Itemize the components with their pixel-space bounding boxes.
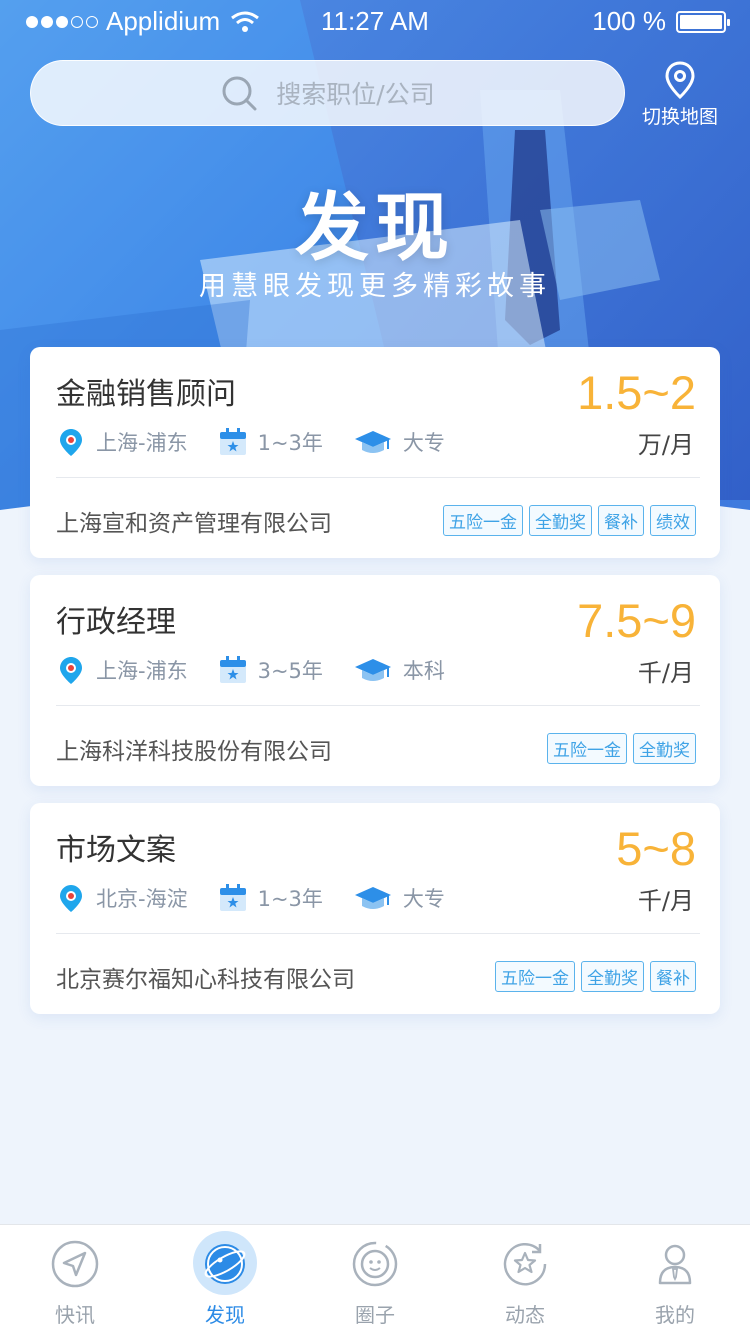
job-location: 上海-浦东	[56, 427, 188, 457]
calendar-icon	[219, 656, 246, 683]
experience-text: 1~3年	[257, 431, 323, 455]
benefit-tag: 餐补	[598, 505, 644, 536]
search-input[interactable]: 搜索职位/公司	[30, 60, 625, 126]
job-education: 本科	[353, 655, 445, 685]
tab-kuaixun[interactable]: 快讯	[0, 1225, 150, 1334]
job-location: 上海-浦东	[56, 655, 188, 685]
benefit-tag: 全勤奖	[633, 733, 696, 764]
location-pin-icon	[60, 657, 82, 684]
job-education: 大专	[353, 883, 445, 913]
planet-icon	[204, 1244, 246, 1284]
search-icon	[222, 76, 257, 111]
map-switch-label: 切换地图	[641, 106, 718, 128]
graduation-cap-icon	[354, 659, 391, 681]
battery-percentage: 100 %	[592, 6, 666, 36]
map-switch-button[interactable]: 切换地图	[630, 60, 730, 130]
salary-unit: 千/月	[637, 659, 694, 687]
job-meta: 北京-海淀 1~3年 大专	[56, 883, 475, 913]
tab-label: 快讯	[55, 1303, 95, 1327]
tab-label: 我的	[655, 1303, 695, 1327]
circle-face-icon	[352, 1241, 398, 1287]
location-text: 上海-浦东	[96, 659, 188, 683]
location-pin-icon	[60, 429, 82, 456]
star-refresh-icon	[503, 1243, 547, 1286]
job-experience: 1~3年	[218, 883, 323, 913]
tab-label: 动态	[505, 1303, 545, 1327]
graduation-cap-icon	[354, 887, 391, 909]
benefit-tag: 餐补	[650, 961, 696, 992]
benefit-tag: 五险一金	[495, 961, 575, 992]
benefit-tags: 五险一金 全勤奖 餐补	[495, 961, 696, 992]
benefit-tags: 五险一金 全勤奖	[547, 733, 696, 764]
tab-faxian[interactable]: 发现	[150, 1225, 300, 1334]
education-text: 大专	[402, 431, 445, 455]
job-meta: 上海-浦东 3~5年 本科	[56, 655, 475, 685]
benefit-tag: 绩效	[650, 505, 696, 536]
user-icon	[658, 1244, 692, 1285]
company-name: 上海科洋科技股份有限公司	[56, 739, 332, 765]
bottom-tab-bar: 快讯 发现 圈子 动态 我的	[0, 1224, 750, 1334]
benefit-tag: 全勤奖	[529, 505, 592, 536]
tab-label: 圈子	[355, 1303, 395, 1327]
location-pin-icon	[60, 885, 82, 912]
location-text: 北京-海淀	[96, 887, 188, 911]
location-pin-icon	[665, 61, 695, 100]
company-name: 北京赛尔福知心科技有限公司	[56, 967, 355, 993]
salary-range: 1.5~2	[577, 366, 696, 419]
job-title: 行政经理	[56, 605, 176, 640]
status-bar: Applidium 11:27 AM 100 %	[0, 0, 750, 40]
job-experience: 1~3年	[218, 427, 323, 457]
card-divider	[56, 477, 700, 478]
battery-icon	[676, 10, 730, 33]
card-divider	[56, 705, 700, 706]
salary-unit: 万/月	[637, 431, 694, 459]
salary-unit: 千/月	[637, 887, 694, 915]
company-name: 上海宣和资产管理有限公司	[56, 511, 332, 537]
job-card[interactable]: 行政经理 7.5~9 千/月 上海-浦东 3~5年 本科 上海科洋科技股份有限公…	[30, 575, 720, 786]
job-title: 市场文案	[56, 833, 176, 868]
benefit-tag: 五险一金	[547, 733, 627, 764]
salary-range: 5~8	[616, 822, 696, 875]
job-card[interactable]: 市场文案 5~8 千/月 北京-海淀 1~3年 大专 北京赛尔福知心科技有限公司…	[30, 803, 720, 1014]
calendar-icon	[219, 884, 246, 911]
page-subtitle: 用慧眼发现更多精彩故事	[199, 271, 551, 302]
benefit-tag: 全勤奖	[581, 961, 644, 992]
education-text: 本科	[402, 659, 445, 683]
tab-quanzi[interactable]: 圈子	[300, 1225, 450, 1334]
tab-wode[interactable]: 我的	[600, 1225, 750, 1334]
education-text: 大专	[402, 887, 445, 911]
graduation-cap-icon	[354, 431, 391, 453]
send-icon	[51, 1240, 99, 1288]
page-title: 发现	[295, 185, 455, 271]
job-meta: 上海-浦东 1~3年 大专	[56, 427, 475, 457]
benefit-tag: 五险一金	[443, 505, 523, 536]
card-divider	[56, 933, 700, 934]
calendar-icon	[219, 428, 246, 455]
job-title: 金融销售顾问	[56, 377, 236, 412]
experience-text: 3~5年	[257, 659, 323, 683]
salary-range: 7.5~9	[577, 594, 696, 647]
benefit-tags: 五险一金 全勤奖 餐补 绩效	[443, 505, 696, 536]
experience-text: 1~3年	[257, 887, 323, 911]
tab-dongtai[interactable]: 动态	[450, 1225, 600, 1334]
job-experience: 3~5年	[218, 655, 323, 685]
search-placeholder: 搜索职位/公司	[276, 80, 435, 109]
location-text: 上海-浦东	[96, 431, 188, 455]
tab-label: 发现	[205, 1303, 245, 1327]
job-education: 大专	[353, 427, 445, 457]
job-card[interactable]: 金融销售顾问 1.5~2 万/月 上海-浦东 1~3年 大专 上海宣和资产管理有…	[30, 347, 720, 558]
job-location: 北京-海淀	[56, 883, 188, 913]
